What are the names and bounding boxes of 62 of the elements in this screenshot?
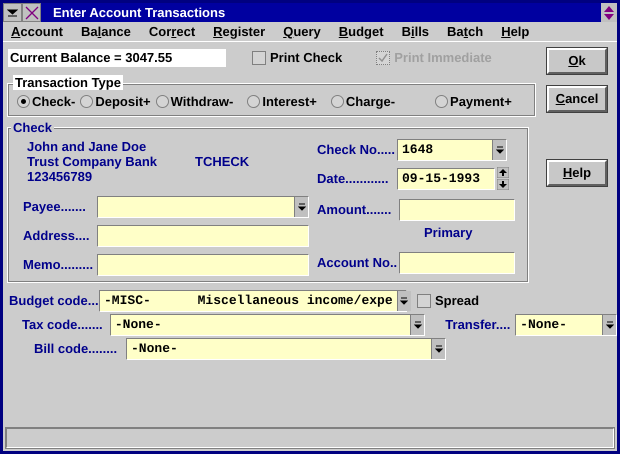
radio-label: Interest+ bbox=[262, 92, 317, 111]
input-field[interactable]: 09-15-1993 bbox=[397, 168, 495, 190]
checkbox-label: Print Check bbox=[270, 49, 342, 67]
radio-button[interactable] bbox=[330, 95, 344, 108]
group-title: Check bbox=[11, 120, 54, 134]
account-code: TCHECK bbox=[195, 154, 250, 168]
close-icon[interactable] bbox=[22, 3, 41, 22]
dialog-button[interactable]: Help bbox=[547, 160, 607, 186]
window-title: Enter Account Transactions bbox=[53, 4, 226, 22]
radio-label: Deposit+ bbox=[95, 92, 151, 111]
field-label: Address.... bbox=[23, 226, 90, 245]
field-label: Tax code....... bbox=[22, 316, 104, 334]
resize-icon[interactable] bbox=[601, 3, 617, 22]
field-label: Date............ bbox=[317, 170, 390, 188]
dropdown-field[interactable]: -None- bbox=[110, 314, 426, 336]
menu-item[interactable]: Bills bbox=[402, 22, 430, 42]
checkbox-label: Spread bbox=[435, 292, 480, 310]
radio-label: Withdraw- bbox=[170, 92, 234, 111]
field-label: Budget code... bbox=[9, 292, 99, 310]
radio-label: Charge- bbox=[346, 92, 396, 111]
field-label: Bill code........ bbox=[34, 340, 118, 358]
input-field[interactable] bbox=[97, 254, 309, 276]
menu-item[interactable]: Help bbox=[501, 22, 530, 42]
radio-button[interactable] bbox=[435, 95, 448, 108]
radio-button[interactable] bbox=[17, 95, 30, 108]
spinner-arrows-icon[interactable] bbox=[497, 166, 509, 190]
field-label: Memo......... bbox=[23, 256, 94, 274]
radio-button[interactable] bbox=[156, 95, 169, 108]
input-field[interactable] bbox=[399, 198, 515, 220]
input-field[interactable] bbox=[97, 224, 309, 246]
routing-number: 123456789 bbox=[27, 168, 92, 184]
balance-field: Current Balance = 3047.55 bbox=[8, 48, 226, 67]
field-label: Transfer.... bbox=[445, 316, 512, 334]
radio-button[interactable] bbox=[80, 95, 94, 108]
field-label: Amount....... bbox=[317, 200, 392, 219]
primary-label: Primary bbox=[424, 224, 474, 242]
menu-item[interactable]: Query bbox=[283, 22, 321, 42]
dropdown-field[interactable]: -None- bbox=[126, 338, 446, 360]
bank-name: Trust Company Bank bbox=[27, 154, 158, 168]
group-title: Transaction Type bbox=[13, 74, 123, 90]
dialog-button[interactable]: Ok bbox=[547, 48, 607, 74]
field-label: Account No.. bbox=[317, 254, 398, 272]
system-menu-icon[interactable] bbox=[3, 3, 22, 22]
radio-label: Check- bbox=[32, 92, 76, 111]
dialog-button[interactable]: Cancel bbox=[547, 86, 607, 112]
owner-name: John and Jane Doe bbox=[27, 138, 148, 154]
menu-item[interactable]: Batch bbox=[447, 22, 484, 42]
field-label: Check No..... bbox=[317, 140, 396, 159]
menu-item[interactable]: Account bbox=[11, 22, 64, 42]
dropdown-field[interactable] bbox=[97, 196, 309, 218]
checkbox[interactable] bbox=[252, 50, 266, 65]
dropdown-field[interactable]: 1648 bbox=[397, 138, 507, 160]
field-label: Payee....... bbox=[23, 198, 87, 216]
input-field[interactable] bbox=[399, 252, 515, 274]
checkbox[interactable] bbox=[417, 294, 431, 308]
menu-item[interactable]: Correct bbox=[148, 22, 196, 42]
menu-item[interactable]: Register bbox=[213, 22, 266, 42]
radio-button[interactable] bbox=[247, 95, 260, 108]
menu-item[interactable]: Balance bbox=[81, 22, 131, 42]
menu-item[interactable]: Budget bbox=[338, 22, 384, 42]
radio-label: Payment+ bbox=[450, 92, 512, 111]
dropdown-field[interactable]: -None- bbox=[515, 314, 617, 336]
